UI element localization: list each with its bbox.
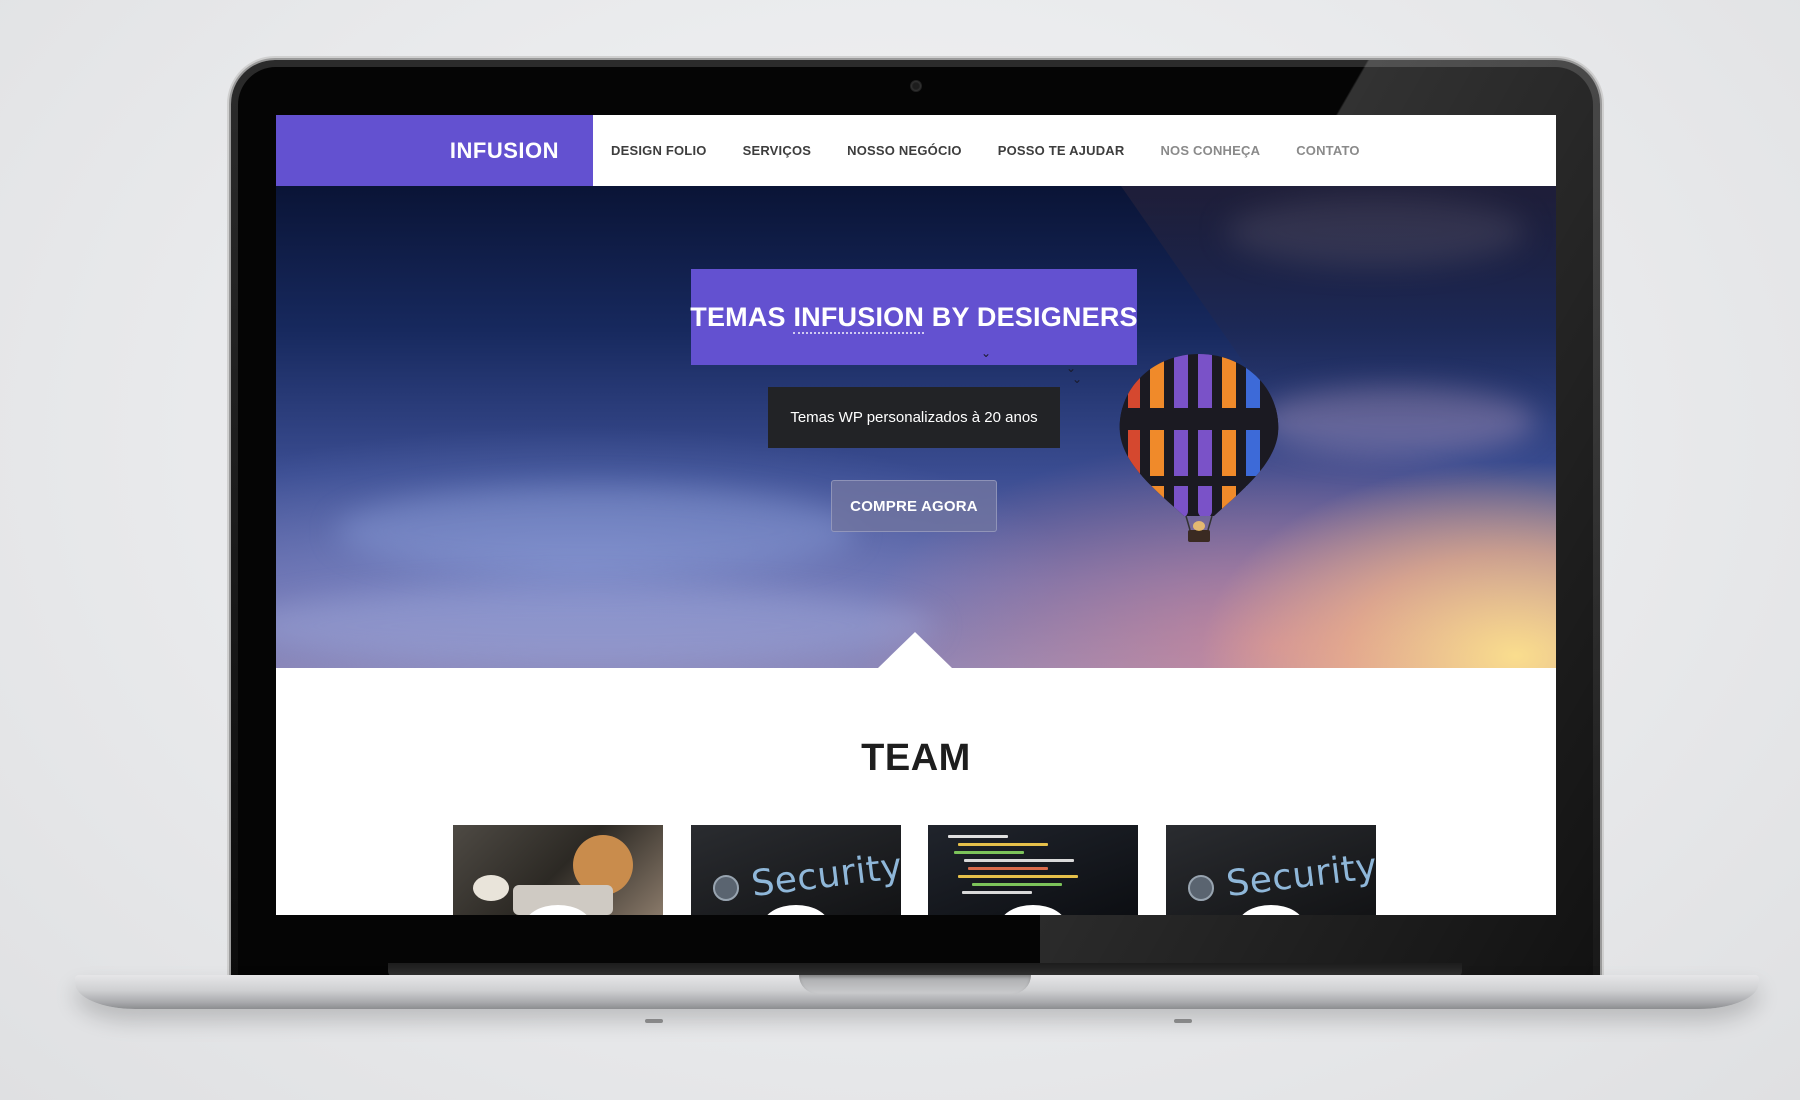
- nav-item-posso-te-ajudar[interactable]: POSSO TE AJUDAR: [998, 143, 1125, 158]
- team-card[interactable]: [928, 825, 1138, 915]
- buy-now-label: COMPRE AGORA: [850, 497, 978, 515]
- team-heading: TEAM: [861, 737, 971, 779]
- code-line: [962, 891, 1032, 894]
- avatar: [763, 905, 829, 915]
- code-line: [972, 883, 1062, 886]
- logo-text: INFUSION: [449, 137, 559, 163]
- coffee-cup-icon: [473, 875, 509, 901]
- bird-icon: ⌄: [981, 346, 992, 360]
- code-line: [964, 859, 1074, 862]
- avatar: [1000, 905, 1066, 915]
- laptop-foot: [1174, 1019, 1192, 1023]
- team-card-caption: Security: [749, 845, 901, 906]
- main-nav: DESIGN FOLIO SERVIÇOS NOSSO NEGÓCIO POSS…: [593, 115, 1396, 186]
- code-line: [954, 851, 1024, 854]
- avatar: [1238, 905, 1304, 915]
- code-line: [968, 867, 1048, 870]
- bird-icon: ⌄: [1072, 372, 1083, 386]
- team-card[interactable]: Security: [691, 825, 901, 915]
- logo[interactable]: INFUSION: [276, 115, 593, 186]
- site-header: INFUSION DESIGN FOLIO SERVIÇOS NOSSO NEG…: [276, 115, 1556, 186]
- laptop-screen: INFUSION DESIGN FOLIO SERVIÇOS NOSSO NEG…: [276, 115, 1556, 915]
- hero-cloud: [336, 486, 856, 576]
- nav-item-servicos[interactable]: SERVIÇOS: [743, 143, 812, 158]
- hero-title: TEMAS INFUSION BY DESIGNERS: [690, 301, 1138, 334]
- security-badge-icon: [713, 875, 739, 901]
- webcam-icon: [911, 81, 921, 91]
- nav-item-contato[interactable]: CONTATO: [1296, 143, 1360, 158]
- team-card[interactable]: Security: [1166, 825, 1376, 915]
- nav-item-nosso-negocio[interactable]: NOSSO NEGÓCIO: [847, 143, 962, 158]
- hero-section-pointer: [878, 632, 952, 668]
- code-line: [948, 835, 1008, 838]
- laptop-foot: [645, 1019, 663, 1023]
- nav-item-nos-conheca[interactable]: NOS CONHEÇA: [1160, 143, 1260, 158]
- hero-subtitle-box: Temas WP personalizados à 20 anos: [768, 387, 1060, 448]
- hero-title-box: TEMAS INFUSION BY DESIGNERS: [690, 269, 1138, 365]
- team-card-caption: Security: [1224, 845, 1376, 906]
- hero-section: TEMAS INFUSION BY DESIGNERS Temas WP per…: [276, 186, 1556, 668]
- hero-title-pre: TEMAS: [690, 301, 794, 332]
- laptop-opening-notch: [799, 975, 1031, 994]
- hero-title-link[interactable]: INFUSION: [793, 301, 925, 334]
- hero-title-post: BY DESIGNERS: [924, 301, 1138, 332]
- hero-cloud: [276, 586, 936, 666]
- nav-item-design-folio[interactable]: DESIGN FOLIO: [611, 143, 707, 158]
- code-line: [958, 843, 1048, 846]
- hero-subtitle: Temas WP personalizados à 20 anos: [790, 409, 1038, 426]
- buy-now-button[interactable]: COMPRE AGORA: [831, 480, 997, 532]
- hot-air-balloon-image: [1119, 354, 1279, 542]
- security-badge-icon: [1188, 875, 1214, 901]
- code-line: [958, 875, 1078, 878]
- team-card[interactable]: [453, 825, 663, 915]
